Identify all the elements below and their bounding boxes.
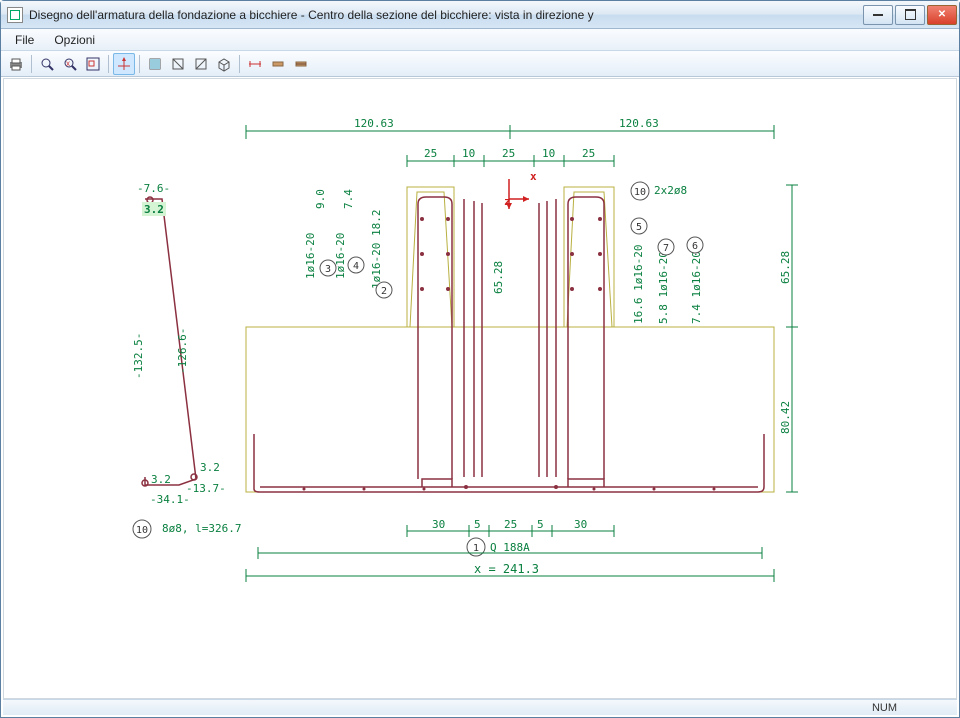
dim-rb-2: 25	[504, 518, 517, 531]
dim-top-left: 120.63	[354, 117, 394, 130]
shape-32a: 3.2	[144, 203, 164, 216]
drawing-svg: 120.63 120.63 25 10 25 10 25 x z	[4, 79, 957, 699]
dim-r2-4: 25	[582, 147, 595, 160]
dim-rb-4: 30	[574, 518, 587, 531]
view-top-icon[interactable]	[190, 53, 212, 75]
drawing-canvas[interactable]: 120.63 120.63 25 10 25 10 25 x z	[3, 78, 957, 699]
lab-b10b-text: 8ø8, l=326.7	[162, 522, 241, 535]
mesh2-icon[interactable]	[290, 53, 312, 75]
lab-b7: 7	[663, 243, 669, 254]
dim-r2-2: 25	[502, 147, 515, 160]
dim-v-r1: 16.6 1ø16-20	[632, 245, 645, 324]
shape-br: 3.2	[200, 461, 220, 474]
dim-r2-3: 10	[542, 147, 555, 160]
shape-top: -7.6-	[137, 182, 170, 195]
dim-v-left2: 7.4	[342, 189, 355, 209]
view-iso-icon[interactable]	[213, 53, 235, 75]
dim-v-r2: 5.8 1ø16-20	[657, 251, 670, 324]
dim-v-left5: 1ø16-20 18.2	[370, 210, 383, 289]
dim-v-left3: 1ø16-20	[304, 233, 317, 279]
zoom-win-icon[interactable]	[82, 53, 104, 75]
menu-opzioni[interactable]: Opzioni	[44, 31, 105, 49]
lab-b10b: 10	[136, 525, 148, 536]
app-icon	[7, 7, 23, 23]
close-button[interactable]	[927, 5, 957, 25]
shape-bot: -34.1-	[150, 493, 190, 506]
dim-v-mid: 65.28	[492, 261, 505, 294]
print-icon[interactable]	[5, 53, 27, 75]
shape-len2: -126.6-	[176, 328, 189, 374]
shape-bl: 3.2	[151, 473, 171, 486]
zoom-icon[interactable]	[36, 53, 58, 75]
lab-b10-text: 2x2ø8	[654, 184, 687, 197]
window-title: Disegno dell'armatura della fondazione a…	[29, 8, 863, 22]
dim-vr-top: 65.28	[779, 251, 792, 284]
lab-b4: 4	[353, 261, 359, 272]
zoom-ext-icon[interactable]: x	[59, 53, 81, 75]
lab-b2: 2	[381, 286, 387, 297]
axes-icon[interactable]	[113, 53, 135, 75]
lab-b5: 5	[636, 222, 642, 233]
dim-top-right: 120.63	[619, 117, 659, 130]
mesh1-icon[interactable]	[267, 53, 289, 75]
statusbar: NUM	[3, 699, 957, 715]
menu-file[interactable]: File	[5, 31, 44, 49]
minimize-button[interactable]	[863, 5, 893, 25]
menubar: File Opzioni	[1, 29, 959, 51]
dim-rb-1: 5	[474, 518, 481, 531]
axis-x: x	[530, 170, 537, 183]
dim-r2-0: 25	[424, 147, 437, 160]
toolbar: x	[1, 51, 959, 77]
view-front-icon[interactable]	[144, 53, 166, 75]
dim-icon[interactable]	[244, 53, 266, 75]
maximize-button[interactable]	[895, 5, 925, 25]
shape-len: -132.5-	[132, 333, 145, 379]
lab-b1-text: Q 188A	[490, 541, 530, 554]
titlebar: Disegno dell'armatura della fondazione a…	[1, 1, 959, 29]
lab-b6: 6	[692, 241, 698, 252]
dim-v-left4: 1ø16-20	[334, 233, 347, 279]
dim-vr-bot: 80.42	[779, 401, 792, 434]
dim-r2-1: 10	[462, 147, 475, 160]
svg-text:x: x	[66, 59, 70, 68]
dim-v-r3: 7.4 1ø16-20	[690, 251, 703, 324]
status-num: NUM	[872, 702, 897, 714]
view-side-icon[interactable]	[167, 53, 189, 75]
shape-brneg: -13.7-	[186, 482, 226, 495]
xline-label: x = 241.3	[474, 562, 539, 576]
dim-rb-3: 5	[537, 518, 544, 531]
lab-b3: 3	[325, 264, 331, 275]
lab-b1: 1	[473, 543, 479, 554]
axis-z: z	[504, 195, 511, 208]
dim-rb-0: 30	[432, 518, 445, 531]
lab-b10: 10	[634, 187, 646, 198]
dim-v-left1: 9.0	[314, 189, 327, 209]
